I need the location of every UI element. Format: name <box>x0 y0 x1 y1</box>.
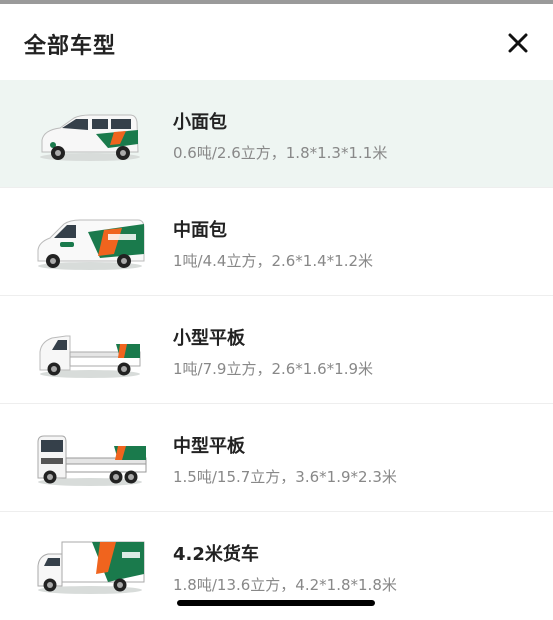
small-flatbed-truck-icon <box>30 316 150 386</box>
sheet-header: 全部车型 <box>0 4 553 80</box>
vehicle-name: 中型平板 <box>173 436 245 457</box>
page-title: 全部车型 <box>24 34 117 59</box>
vehicle-list: 小面包 0.6吨/2.6立方，1.8*1.3*1.1米 中面包 1吨/4.4立方… <box>0 80 553 620</box>
vehicle-spec: 1.5吨/15.7立方，3.6*1.9*2.3米 <box>173 468 397 486</box>
medium-flatbed-truck-icon <box>30 424 150 494</box>
vehicle-spec: 1吨/7.9立方，2.6*1.6*1.9米 <box>173 360 374 378</box>
box-truck-icon <box>30 532 150 602</box>
vehicle-spec: 0.6吨/2.6立方，1.8*1.3*1.1米 <box>173 144 388 162</box>
vehicle-option-medium-flatbed[interactable]: 中型平板 1.5吨/15.7立方，3.6*1.9*2.3米 <box>0 404 553 512</box>
home-indicator <box>177 600 375 606</box>
vehicle-spec: 1吨/4.4立方，2.6*1.4*1.2米 <box>173 252 374 270</box>
small-van-icon <box>30 100 150 170</box>
vehicle-option-small-flatbed[interactable]: 小型平板 1吨/7.9立方，2.6*1.6*1.9米 <box>0 296 553 404</box>
vehicle-option-medium-van[interactable]: 中面包 1吨/4.4立方，2.6*1.4*1.2米 <box>0 188 553 296</box>
vehicle-name: 小型平板 <box>173 328 245 349</box>
vehicle-name: 小面包 <box>173 112 227 133</box>
vehicle-option-small-van[interactable]: 小面包 0.6吨/2.6立方，1.8*1.3*1.1米 <box>0 80 553 188</box>
medium-van-icon <box>30 208 150 278</box>
close-icon[interactable] <box>505 30 531 56</box>
vehicle-name: 中面包 <box>173 220 227 241</box>
vehicle-name: 4.2米货车 <box>173 544 259 565</box>
vehicle-spec: 1.8吨/13.6立方，4.2*1.8*1.8米 <box>173 576 397 594</box>
